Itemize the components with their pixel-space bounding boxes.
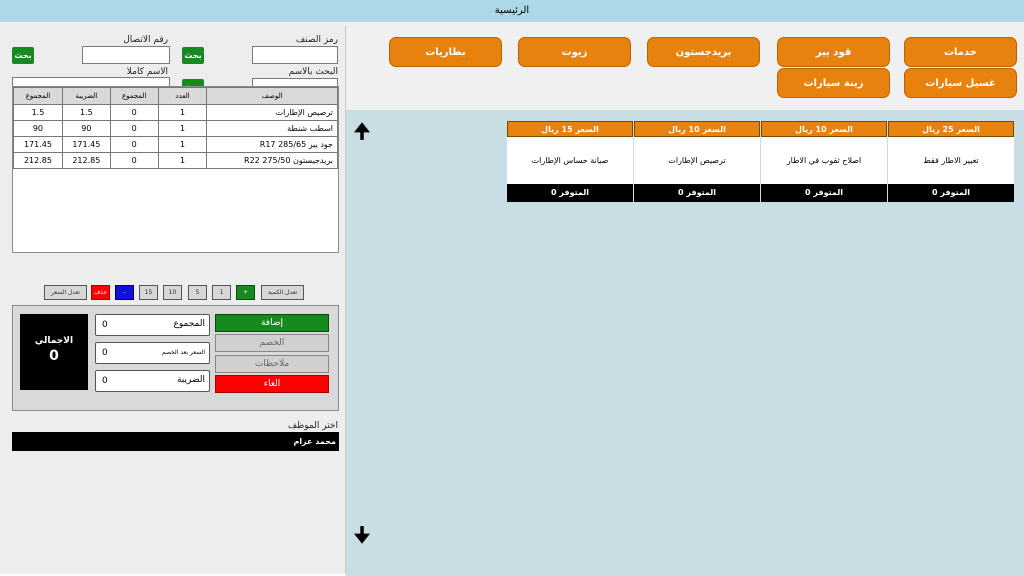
item-code-search-button[interactable]: بحث [182, 47, 204, 64]
product-stock: المتوفر 0 [761, 184, 887, 202]
row-total: 1.5 [13, 104, 63, 121]
row-sum: 0 [109, 104, 159, 121]
product-card[interactable]: السعر 15 ريال صيانة حساس الإطارات المتوف… [507, 121, 633, 203]
row-total: 90 [13, 120, 63, 137]
row-sum: 0 [109, 120, 159, 137]
discount-button[interactable]: الخصم [215, 334, 329, 352]
product-card[interactable]: السعر 10 ريال ترصيص الإطارات المتوفر 0 [634, 121, 760, 203]
sum-field: 0 المجموع [95, 314, 210, 336]
edit-qty-button[interactable]: تعدل الكمية [261, 285, 304, 300]
order-items-table: المجموع الضريبة المجموع العدد الوصف 1.5 … [12, 86, 339, 253]
product-card[interactable]: السعر 25 ريال تغيير الاطار فقط المتوفر 0 [888, 121, 1014, 203]
full-name-label: الاسم كاملا [126, 67, 168, 77]
row-description: بريدجيستون R22 275/50 [206, 152, 338, 169]
column-header-description[interactable]: الوصف [206, 87, 338, 105]
after-discount-value: 0 [102, 348, 108, 358]
item-code-input[interactable] [252, 46, 338, 64]
table-row[interactable]: 1.5 1.5 0 1 ترصيص الإطارات [13, 104, 338, 121]
product-name: تغيير الاطار فقط [888, 137, 1014, 184]
column-header-total[interactable]: المجموع [13, 87, 63, 105]
product-stock: المتوفر 0 [634, 184, 760, 202]
product-price: السعر 10 ريال [634, 121, 760, 137]
qty-1-button[interactable]: 1 [212, 285, 231, 300]
tax-value: 0 [102, 376, 108, 386]
row-tax: 1.5 [61, 104, 111, 121]
category-car-accessories[interactable]: زينة سيارات [777, 68, 890, 98]
column-header-tax[interactable]: الضريبة [61, 87, 111, 105]
category-goodyear[interactable]: قود يير [777, 37, 890, 67]
name-search-label: البحث بالاسم [288, 67, 338, 77]
down-arrow-icon[interactable]: 🠋 [351, 524, 373, 546]
row-qty: 1 [157, 152, 208, 169]
minus-button[interactable]: - [115, 285, 134, 300]
row-total: 171.45 [13, 136, 63, 153]
grand-total-value: 0 [49, 348, 59, 364]
row-tax: 171.45 [61, 136, 111, 153]
row-description: اسطب شنطة [206, 120, 338, 137]
product-stock: المتوفر 0 [888, 184, 1014, 202]
product-name: صيانة حساس الإطارات [507, 137, 633, 184]
product-stock: المتوفر 0 [507, 184, 633, 202]
add-button[interactable]: إضافة [215, 314, 329, 332]
table-row[interactable]: 90 90 0 1 اسطب شنطة [13, 120, 338, 137]
row-tax: 90 [61, 120, 111, 137]
row-qty: 1 [157, 120, 208, 137]
product-name: ترصيص الإطارات [634, 137, 760, 184]
sum-label: المجموع [173, 319, 205, 329]
category-bridgestone[interactable]: بريدجستون [647, 37, 760, 67]
qty-10-button[interactable]: 10 [163, 285, 182, 300]
category-batteries[interactable]: بطاريات [389, 37, 502, 67]
product-card[interactable]: السعر 10 ريال اصلاح ثقوب في الاطار المتو… [761, 121, 887, 203]
category-services[interactable]: خدمات [904, 37, 1017, 67]
after-discount-field: 0 السعر بعد الخصم [95, 342, 210, 364]
product-price: السعر 10 ريال [761, 121, 887, 137]
column-header-qty[interactable]: العدد [157, 87, 208, 105]
phone-search-button[interactable]: بحث [12, 47, 34, 64]
grand-total-label: الاجمالي [34, 336, 74, 346]
table-row[interactable]: 212.85 212.85 0 1 بريدجيستون R22 275/50 [13, 152, 338, 169]
row-description: ترصيص الإطارات [206, 104, 338, 121]
employee-label: اختر الموظف [287, 421, 338, 431]
row-total: 212.85 [13, 152, 63, 169]
row-sum: 0 [109, 152, 159, 169]
phone-label: رقم الاتصال [123, 35, 168, 45]
product-price: السعر 15 ريال [507, 121, 633, 137]
qty-5-button[interactable]: 5 [188, 285, 207, 300]
grand-total-display: الاجمالي 0 [20, 314, 88, 390]
sum-value: 0 [102, 320, 108, 330]
up-arrow-icon[interactable]: 🠉 [351, 120, 373, 142]
edit-price-button[interactable]: تعدل السعر [44, 285, 87, 300]
phone-input[interactable] [82, 46, 170, 64]
category-oils[interactable]: زيوت [518, 37, 631, 67]
window-title: الرئيسية [0, 0, 1024, 22]
row-qty: 1 [157, 136, 208, 153]
row-qty: 1 [157, 104, 208, 121]
delete-button[interactable]: حذف [91, 285, 110, 300]
employee-select[interactable]: محمد عزام [12, 432, 339, 451]
row-sum: 0 [109, 136, 159, 153]
plus-button[interactable]: + [236, 285, 255, 300]
product-price: السعر 25 ريال [888, 121, 1014, 137]
notes-button[interactable]: ملاحظات [215, 355, 329, 373]
table-header-row: المجموع الضريبة المجموع العدد الوصف [13, 87, 338, 105]
tax-label: الضريبة [176, 375, 205, 385]
cancel-button[interactable]: الغاء [215, 375, 329, 393]
category-car-wash[interactable]: غسيل سيارات [904, 68, 1017, 98]
product-name: اصلاح ثقوب في الاطار [761, 137, 887, 184]
after-discount-label: السعر بعد الخصم [161, 349, 205, 356]
table-row[interactable]: 171.45 171.45 0 1 جود يير R17 285/65 [13, 136, 338, 153]
item-code-label: رمز الصنف [295, 35, 338, 45]
row-tax: 212.85 [61, 152, 111, 169]
row-description: جود يير R17 285/65 [206, 136, 338, 153]
column-header-sum[interactable]: المجموع [109, 87, 159, 105]
tax-field: 0 الضريبة [95, 370, 210, 392]
qty-15-button[interactable]: 15 [139, 285, 158, 300]
